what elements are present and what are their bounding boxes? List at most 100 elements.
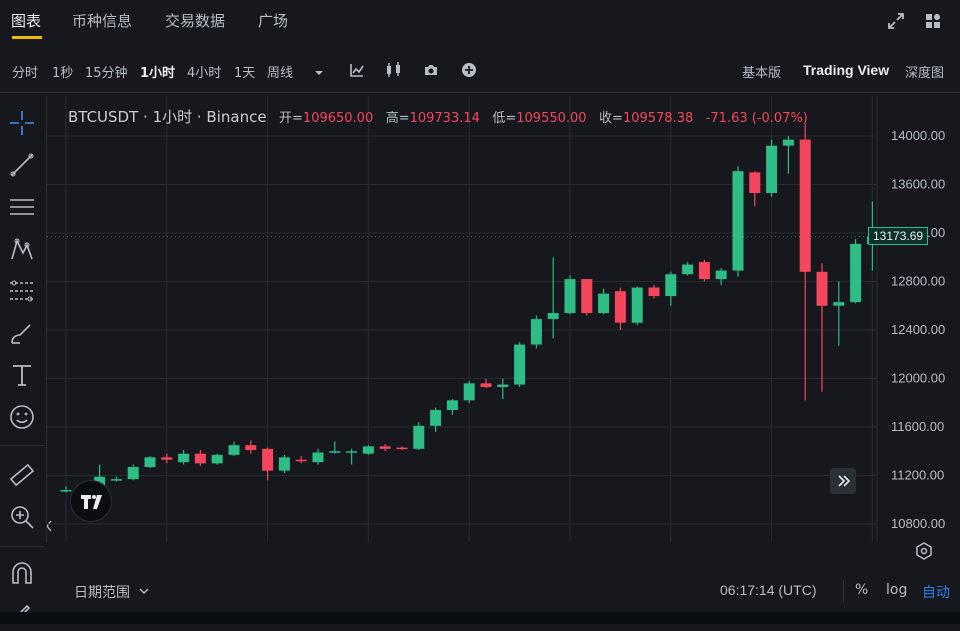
indicators-icon[interactable] xyxy=(349,62,365,78)
pattern-icon[interactable] xyxy=(8,235,36,263)
candle-body xyxy=(110,479,122,481)
chart-toolbar: 分时 1秒 15分钟 1小时 4小时 1天 周线 基本版 Trading Vie… xyxy=(0,50,960,88)
ruler-icon[interactable] xyxy=(8,461,36,489)
high-value: 109733.14 xyxy=(409,111,480,126)
candle-body xyxy=(816,271,828,306)
y-tick-label: 14000.00 xyxy=(891,128,945,143)
y-tick-label: 13600.00 xyxy=(891,177,945,192)
interval-time-sharing[interactable]: 分时 xyxy=(12,62,38,81)
candle-body xyxy=(379,446,391,449)
bottom-divider xyxy=(843,580,844,602)
candle-body xyxy=(648,287,660,297)
low-label: 低= xyxy=(492,111,517,126)
candle-body xyxy=(631,287,643,323)
grid-layout-icon[interactable] xyxy=(924,12,942,30)
candle-body xyxy=(161,457,173,460)
candle-body xyxy=(782,139,794,146)
tv-logo-icon xyxy=(81,495,102,509)
tab-coin-info[interactable]: 币种信息 xyxy=(72,10,132,31)
last-price-badge: 13173.69 xyxy=(868,227,929,245)
candle-body xyxy=(60,490,72,492)
camera-icon[interactable] xyxy=(423,62,439,78)
candle-body xyxy=(614,291,626,323)
emoji-icon[interactable] xyxy=(8,403,36,431)
tab-chart[interactable]: 图表 xyxy=(11,10,41,31)
symbol-label: BTCUSDT · 1小时 · Binance xyxy=(68,108,267,126)
tool-divider xyxy=(0,445,44,446)
candle-style-icon[interactable] xyxy=(385,62,401,78)
candle-body xyxy=(413,425,425,449)
candlestick-chart[interactable]: 14000.0013600.0013200.0012800.0012400.00… xyxy=(47,96,960,558)
candle-body xyxy=(463,383,475,401)
candle-body xyxy=(228,445,240,455)
interval-15m[interactable]: 15分钟 xyxy=(85,62,128,81)
candle-body xyxy=(127,467,139,480)
auto-scale-toggle[interactable]: 自动 xyxy=(922,582,950,602)
fib-icon[interactable] xyxy=(8,277,36,305)
candle-body xyxy=(581,279,593,314)
candle-body xyxy=(766,145,778,193)
candle-body xyxy=(547,313,559,320)
view-basic[interactable]: 基本版 xyxy=(742,62,781,81)
date-range-button[interactable]: 日期范围 xyxy=(74,582,150,602)
y-tick-label: 12000.00 xyxy=(891,371,945,386)
candle-body xyxy=(211,454,223,464)
candle-body xyxy=(178,453,190,463)
tab-trading-data[interactable]: 交易数据 xyxy=(165,10,225,31)
chevron-down-icon[interactable] xyxy=(313,64,329,80)
trend-line-icon[interactable] xyxy=(8,151,36,179)
chart-settings-icon[interactable] xyxy=(914,541,934,561)
candle-body xyxy=(598,293,610,314)
candle-body xyxy=(346,451,358,453)
candle-body xyxy=(799,139,811,272)
crosshair-icon[interactable] xyxy=(8,109,36,137)
candle-body xyxy=(530,319,542,345)
open-label: 开= xyxy=(279,111,303,126)
scroll-to-latest-button[interactable] xyxy=(830,468,856,494)
horizontal-lines-icon[interactable] xyxy=(8,193,36,221)
low-value: 109550.00 xyxy=(516,111,587,126)
drawing-toolbar xyxy=(0,96,52,624)
change-value: -71.63 (-0.07%) xyxy=(705,111,808,126)
candle-body xyxy=(698,262,710,280)
candle-body xyxy=(850,243,862,303)
candle-body xyxy=(278,457,290,471)
interval-1h[interactable]: 1小时 xyxy=(140,62,175,81)
y-tick-label: 10800.00 xyxy=(891,516,945,531)
view-tradingview[interactable]: Trading View xyxy=(803,62,889,78)
chart-area[interactable]: 14000.0013600.0013200.0012800.0012400.00… xyxy=(47,96,960,558)
log-scale-toggle[interactable]: log xyxy=(886,582,907,598)
candle-body xyxy=(362,446,374,454)
interval-1d[interactable]: 1天 xyxy=(234,62,255,81)
tradingview-logo xyxy=(70,480,112,522)
candle-body xyxy=(497,384,509,387)
bottom-bar: 日期范围 06:17:14 (UTC) % log 自动 xyxy=(0,572,960,612)
tab-square[interactable]: 广场 xyxy=(258,10,288,31)
interval-1s[interactable]: 1秒 xyxy=(52,62,73,81)
percent-scale-toggle[interactable]: % xyxy=(855,582,868,598)
view-depth[interactable]: 深度图 xyxy=(905,62,944,81)
y-tick-label: 11600.00 xyxy=(891,419,944,434)
toolbar-divider xyxy=(0,92,960,93)
candle-body xyxy=(749,172,761,193)
date-range-label: 日期范围 xyxy=(74,585,130,601)
candle-body xyxy=(446,400,458,411)
text-tool-icon[interactable] xyxy=(8,361,36,389)
zoom-in-icon[interactable] xyxy=(8,503,36,531)
candle-body xyxy=(262,448,274,471)
open-value: 109650.00 xyxy=(302,111,374,126)
footer-strip xyxy=(0,612,960,624)
candle-body xyxy=(312,452,324,463)
add-icon[interactable] xyxy=(461,62,477,78)
interval-weekly[interactable]: 周线 xyxy=(267,62,293,81)
candle-body xyxy=(144,457,156,468)
interval-4h[interactable]: 4小时 xyxy=(187,62,221,81)
candle-body xyxy=(732,171,744,271)
expand-icon[interactable] xyxy=(887,12,905,30)
utc-clock[interactable]: 06:17:14 (UTC) xyxy=(720,582,816,598)
brush-icon[interactable] xyxy=(8,319,36,347)
candle-body xyxy=(682,264,694,275)
candle-body xyxy=(665,274,677,297)
candle-body xyxy=(833,302,845,306)
y-tick-label: 11200.00 xyxy=(891,468,944,483)
